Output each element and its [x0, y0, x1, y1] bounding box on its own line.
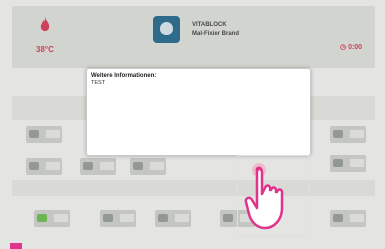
brand-marker: [10, 243, 22, 249]
dialog-body: TEST: [91, 80, 106, 86]
hand-pointer-icon: [244, 163, 284, 230]
dialog-title: Weitere Informationen:: [91, 73, 157, 79]
furnace-screen: 38°C VITABLOCK Mal-Fixier Brand ◷ 0:00 W…: [0, 0, 385, 249]
info-dialog[interactable]: Weitere Informationen: TEST: [86, 68, 311, 156]
